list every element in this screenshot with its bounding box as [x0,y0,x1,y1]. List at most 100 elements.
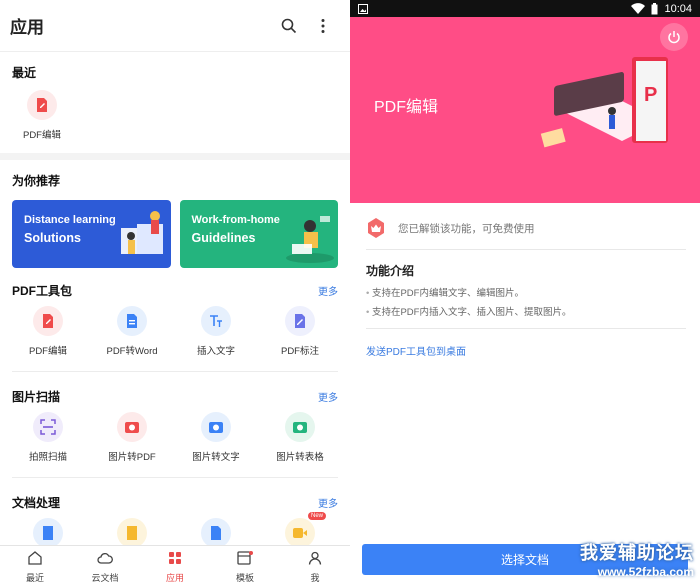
watermark-title: 我爱辅助论坛 [580,543,694,563]
watermark: 我爱辅助论坛 www.52fzba.com [580,539,694,579]
more-vert-icon [321,18,325,33]
wifi-icon [631,3,646,14]
pdf-books-illustration-icon: P [540,57,668,148]
tool-insert-text[interactable]: 插入文字 [174,306,258,357]
status-bar: 10:04 [350,0,700,17]
image-scan-heading: 图片扫描 [12,389,61,404]
tool-pdf-to-word[interactable]: PDF转Word [90,306,174,357]
feature-intro-line: 支持在PDF内编辑文字、编辑图片。 [366,285,684,299]
pdf-tools-heading: PDF工具包 [12,283,73,298]
nav-label: 应用 [165,573,184,583]
feature-intro-line: 支持在PDF内插入文字、插入图片、提取图片。 [366,304,684,318]
tool-doc-2[interactable] [90,518,174,548]
recent-section-header: 最近 [0,56,350,88]
tool-label: 插入文字 [196,346,235,357]
home-icon [28,551,42,565]
apps-icon [169,552,181,564]
tool-label: 图片转表格 [276,452,324,463]
doc-processing-section-header: 文档处理 更多 [0,486,350,518]
tool-label: PDF标注 [280,346,319,357]
doc-shrink-icon [117,518,147,548]
pdf-annotate-icon [285,306,315,336]
hero-title: PDF编辑 [374,99,439,116]
apps-screen: 应用 最近 PDF编辑 为你推荐 Distance learning Solut… [0,0,350,583]
tool-label: PDF转Word [106,346,158,357]
recommend-heading: 为你推荐 [12,173,61,188]
pdf-tools-grid: PDF编辑 PDF转Word 插入文字 PDF标注 [0,306,350,357]
nav-me[interactable]: 我 [280,546,350,583]
banner-work-from-home[interactable]: Work-from-home Guidelines [179,200,338,268]
power-icon [668,31,680,44]
tool-photo-scan[interactable]: 拍照扫描 [6,412,90,463]
svg-text:P: P [644,84,657,106]
battery-icon [651,2,658,14]
search-icon [281,18,297,33]
bottom-nav: 最近 云文档 应用 模板 我 [0,545,350,583]
nav-templates[interactable]: 模板 [210,546,280,583]
hero-banner: PDF编辑 P [350,17,700,203]
tool-image-to-table[interactable]: 图片转表格 [258,412,342,463]
recommend-banners: Distance learning Solutions Work-from-ho… [0,196,350,268]
status-time: 10:04 [664,2,692,15]
template-icon [237,551,253,565]
nav-label: 最近 [25,573,44,583]
section-divider [0,153,350,160]
pdf-tools-more-link[interactable]: 更多 [318,283,338,298]
crown-badge-icon [368,218,384,238]
tool-doc-1[interactable] [6,518,90,548]
unlock-notice: 您已解锁该功能，可免费使用 [350,207,700,249]
nav-cloud-docs[interactable]: 云文档 [70,546,140,583]
work-from-home-illustration-icon [286,216,334,263]
pdf-to-word-icon [117,306,147,336]
image-scan-more-link[interactable]: 更多 [318,389,338,404]
pdf-edit-icon [27,90,57,120]
nav-label: 我 [310,573,320,583]
tool-pdf-edit[interactable]: PDF编辑 [6,306,90,357]
image-scan-section-header: 图片扫描 更多 [0,380,350,412]
search-button[interactable] [272,9,306,43]
cloud-icon [97,552,113,564]
more-menu-button[interactable] [306,9,340,43]
tool-label: 拍照扫描 [28,452,67,463]
divider [12,371,338,372]
recent-item-pdf-edit[interactable]: PDF编辑 [12,90,72,141]
banner-distance-learning[interactable]: Distance learning Solutions [12,200,171,268]
doc-processing-heading: 文档处理 [12,495,61,510]
pdf-tools-section-header: PDF工具包 更多 [0,274,350,306]
image-scan-grid: 拍照扫描 图片转PDF 图片转文字 图片转表格 [0,412,350,463]
recent-heading: 最近 [12,65,37,80]
insert-text-icon [201,306,231,336]
tool-doc-3[interactable] [174,518,258,548]
feature-intro: 功能介绍 支持在PDF内编辑文字、编辑图片。 支持在PDF内插入文字、插入图片、… [350,250,700,328]
app-bar: 应用 [0,0,350,52]
nav-recent[interactable]: 最近 [0,546,70,583]
video-icon [285,518,315,548]
tool-label: 图片转文字 [192,452,240,463]
distance-learning-illustration-icon [120,211,163,254]
doc-page-icon [201,518,231,548]
pdf-edit-detail-screen: 10:04 PDF编辑 P 您已解锁该功能，可免费使用 功能介绍 支持在PDF内… [350,0,700,583]
nav-apps[interactable]: 应用 [140,546,210,583]
new-badge: New [308,512,327,520]
recommend-section-header: 为你推荐 [0,164,350,196]
doc-processing-grid: New [0,512,350,548]
send-to-desktop-link[interactable]: 发送PDF工具包到桌面 [350,329,700,372]
recent-item-label: PDF编辑 [22,130,61,141]
photo-scan-icon [33,412,63,442]
power-button[interactable] [660,23,688,51]
nav-label: 云文档 [91,573,119,583]
tool-doc-4[interactable]: New [258,512,342,548]
pdf-edit-icon [33,306,63,336]
unlock-text: 您已解锁该功能，可免费使用 [398,222,535,235]
divider [12,477,338,478]
image-notification-icon [358,3,368,14]
tool-image-to-pdf[interactable]: 图片转PDF [90,412,174,463]
tool-label: PDF编辑 [28,346,67,357]
tool-image-to-text[interactable]: 图片转文字 [174,412,258,463]
tool-pdf-annotate[interactable]: PDF标注 [258,306,342,357]
profile-icon [308,551,322,565]
nav-label: 模板 [235,573,254,583]
feature-intro-heading: 功能介绍 [366,264,415,278]
doc-processing-more-link[interactable]: 更多 [318,495,338,510]
image-to-pdf-icon [117,412,147,442]
